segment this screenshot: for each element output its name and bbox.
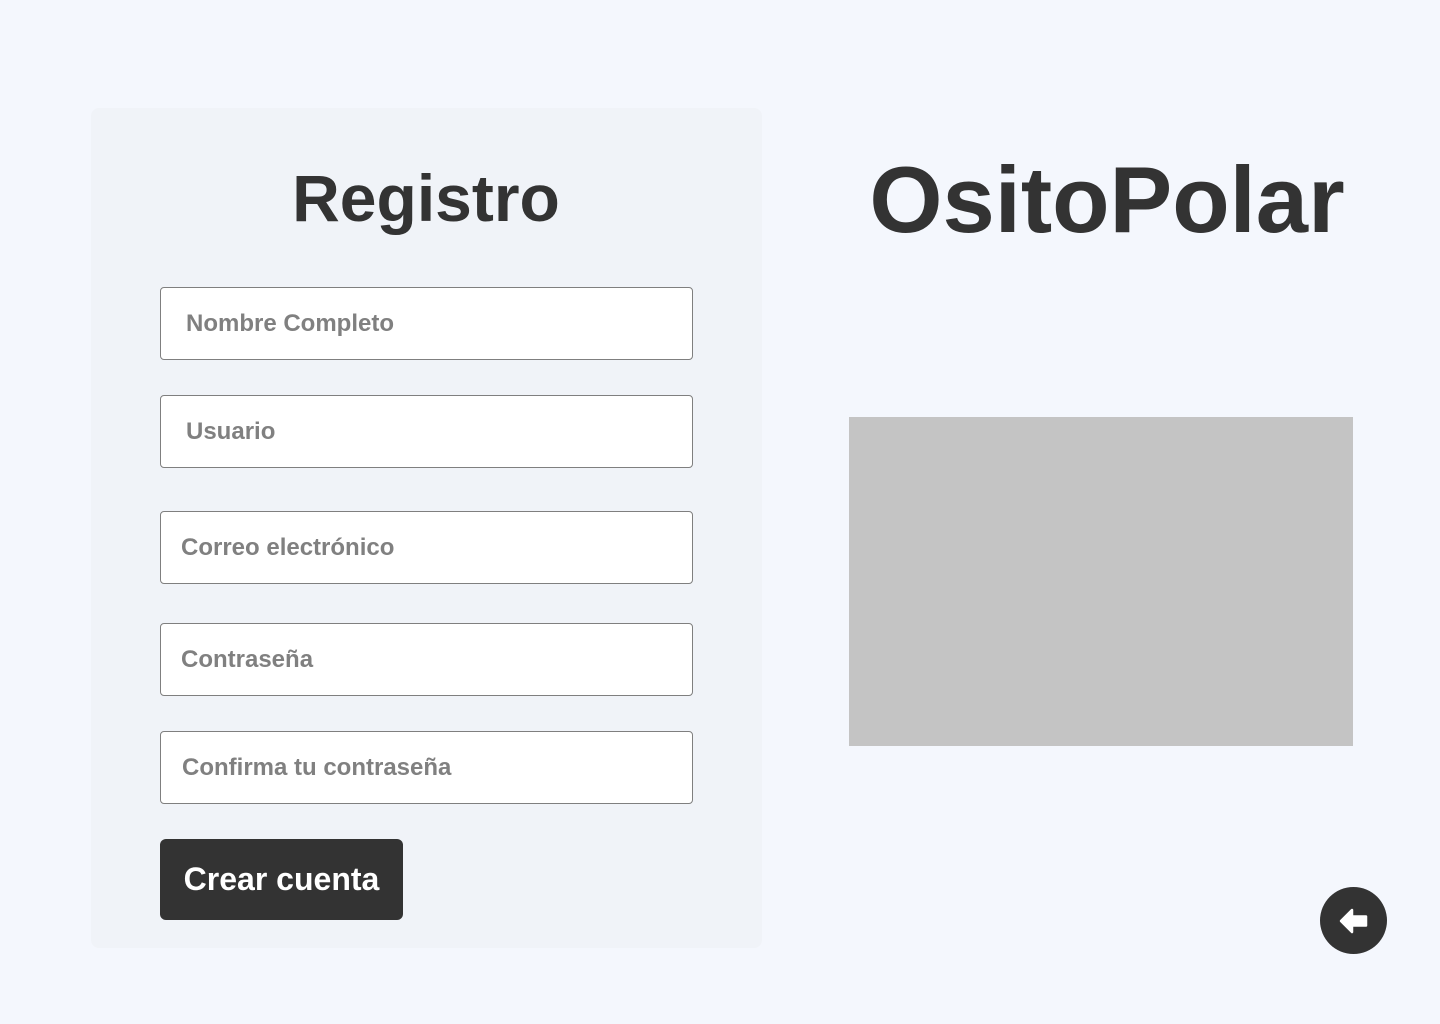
create-account-button[interactable]: Crear cuenta xyxy=(160,839,403,920)
image-placeholder xyxy=(849,417,1353,746)
back-button[interactable] xyxy=(1320,887,1387,954)
password-input[interactable] xyxy=(160,623,693,696)
arrow-left-icon xyxy=(1339,908,1369,934)
email-input[interactable] xyxy=(160,511,693,584)
register-title: Registro xyxy=(292,161,560,235)
confirm-password-input[interactable] xyxy=(160,731,693,804)
brand-logo-text: OsitoPolar xyxy=(869,147,1345,252)
full-name-input[interactable] xyxy=(160,287,693,360)
username-input[interactable] xyxy=(160,395,693,468)
